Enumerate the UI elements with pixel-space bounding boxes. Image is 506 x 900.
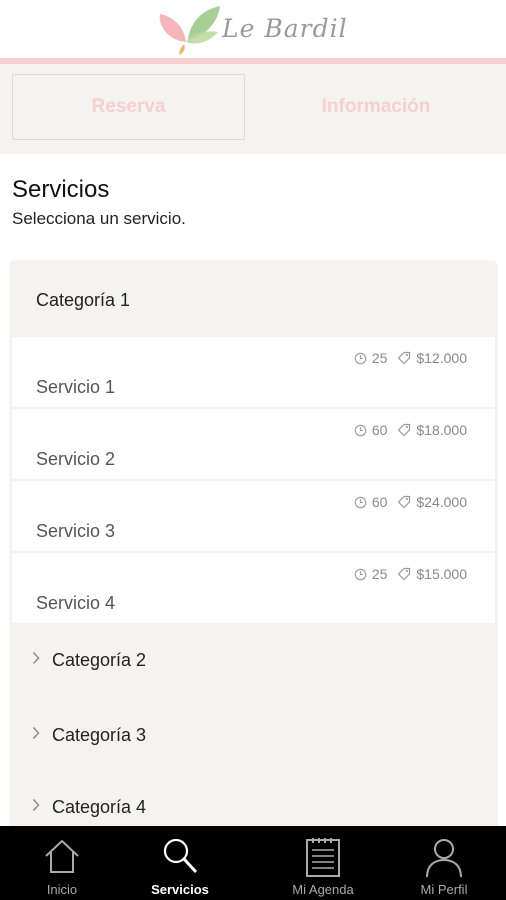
service-price: $15.000 (416, 566, 467, 582)
top-tabs: Reserva Información (0, 64, 506, 154)
category-collapsed[interactable]: Categoría 2 (11, 626, 496, 692)
app-header: Le Bardil (0, 0, 506, 58)
nav-servicios[interactable]: Servicios (138, 826, 222, 900)
clock-icon (354, 496, 367, 508)
category-label: Categoría 4 (52, 797, 147, 817)
service-duration: 25 (371, 566, 388, 582)
service-item[interactable]: 25 $15.000 Servicio 4 (12, 553, 495, 623)
bottom-nav: Inicio Servicios Mi Agenda Mi Perfil (0, 826, 506, 900)
search-icon (163, 838, 198, 874)
service-meta: 60 $18.000 (354, 422, 467, 438)
service-price: $12.000 (416, 350, 467, 366)
service-price: $18.000 (416, 422, 467, 438)
nav-label: Inicio (46, 882, 78, 897)
home-icon (45, 839, 79, 873)
agenda-icon (306, 838, 340, 877)
category-header-expanded[interactable]: Categoría 1 (11, 262, 496, 337)
service-price: $24.000 (416, 494, 467, 510)
service-name: Servicio 2 (36, 449, 116, 469)
profile-icon (426, 839, 462, 878)
service-duration: 25 (371, 350, 388, 366)
nav-mi-agenda[interactable]: Mi Agenda (280, 826, 366, 900)
category-collapsed[interactable]: Categoría 3 (11, 701, 496, 767)
tag-icon (398, 351, 411, 365)
service-item[interactable]: 60 $18.000 Servicio 2 (12, 409, 495, 479)
service-name: Servicio 3 (36, 521, 116, 541)
tag-icon (398, 567, 411, 581)
nav-label: Mi Perfil (420, 882, 468, 897)
tab-reserva[interactable]: Reserva (12, 74, 245, 140)
chevron-right-icon (32, 727, 40, 739)
nav-inicio[interactable]: Inicio (22, 826, 102, 900)
tab-informacion[interactable]: Información (258, 74, 494, 140)
service-duration: 60 (371, 422, 388, 438)
clock-icon (354, 352, 367, 364)
tag-icon (398, 495, 411, 509)
clock-icon (354, 568, 367, 580)
nav-label: Servicios (151, 882, 209, 897)
category-label: Categoría 3 (52, 725, 147, 745)
service-duration: 60 (371, 494, 388, 510)
chevron-right-icon (32, 652, 40, 664)
services-accordion: Categoría 1 25 $12.000 Servicio 1 60 $18… (11, 262, 496, 842)
logo-text: Le Bardil (222, 14, 348, 43)
page-title: Servicios (12, 176, 110, 203)
service-name: Servicio 1 (36, 377, 116, 397)
tag-icon (398, 423, 411, 437)
chevron-right-icon (32, 799, 40, 811)
clock-icon (354, 424, 367, 436)
nav-mi-perfil[interactable]: Mi Perfil (402, 826, 486, 900)
service-name: Servicio 4 (36, 593, 116, 613)
brand-logo: Le Bardil (156, 2, 356, 56)
nav-label: Mi Agenda (292, 882, 354, 897)
category-label: Categoría 1 (36, 290, 131, 310)
service-meta: 25 $12.000 (354, 350, 467, 366)
service-item[interactable]: 25 $12.000 Servicio 1 (12, 337, 495, 407)
service-meta: 60 $24.000 (354, 494, 467, 510)
service-item[interactable]: 60 $24.000 Servicio 3 (12, 481, 495, 551)
page-subtitle: Selecciona un servicio. (12, 209, 186, 228)
service-meta: 25 $15.000 (354, 566, 467, 582)
category-label: Categoría 2 (52, 650, 147, 670)
